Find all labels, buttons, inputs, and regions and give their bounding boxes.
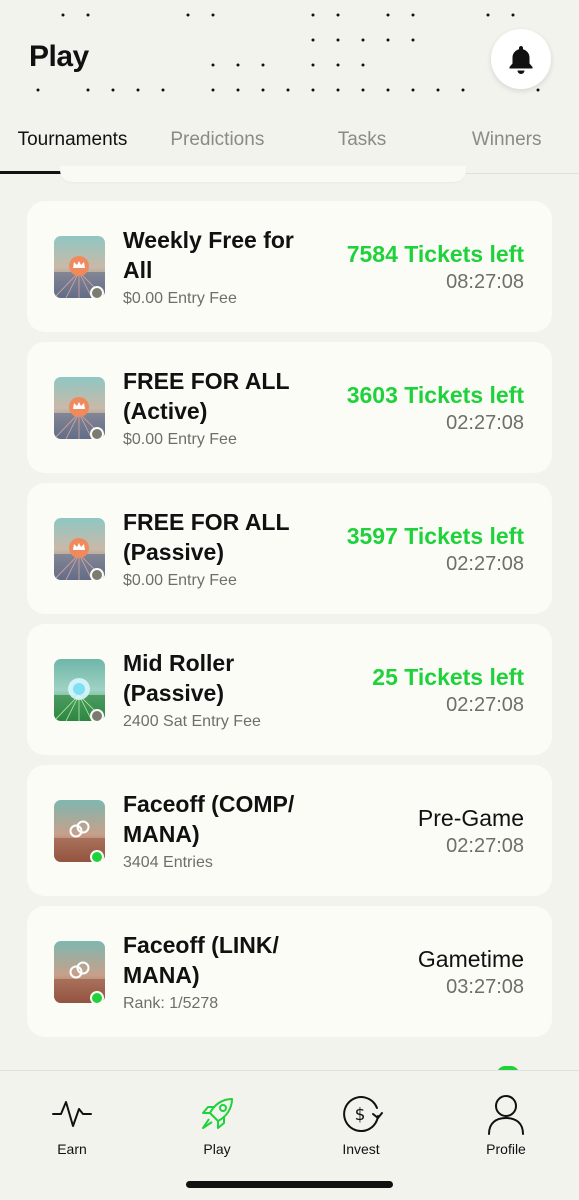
status-indicator (90, 286, 104, 300)
pulse-icon (52, 1101, 92, 1127)
entry-fee: $0.00 Entry Fee (123, 572, 237, 589)
nav-play[interactable]: Play (167, 1091, 267, 1157)
tournament-card[interactable]: FREE FOR ALL (Passive) $0.00 Entry Fee 3… (27, 483, 552, 614)
user-icon (488, 1095, 524, 1135)
notifications-button[interactable] (491, 29, 551, 89)
nav-label: Profile (486, 1141, 526, 1157)
entry-count: 3404 Entries (123, 854, 213, 871)
tab-tasks[interactable]: Tasks (290, 118, 435, 173)
tickets-left: 3603 Tickets left (346, 382, 524, 408)
status-indicator (90, 427, 104, 441)
tab-tournaments[interactable]: Tournaments (0, 118, 145, 174)
tournament-card[interactable]: Weekly Free for All $0.00 Entry Fee 7584… (27, 201, 552, 332)
play-screen: Play Tournaments Predictions Tasks Winne… (0, 0, 579, 1200)
game-status: Gametime (417, 946, 524, 972)
tab-winners[interactable]: Winners (434, 118, 579, 173)
tournament-list: Weekly Free for All $0.00 Entry Fee 7584… (27, 201, 552, 1047)
previous-card-edge (60, 166, 466, 182)
status-indicator (90, 709, 104, 723)
bell-icon (509, 46, 533, 74)
tournament-card[interactable]: Faceoff (COMP/ MANA) 3404 Entries Pre-Ga… (27, 765, 552, 896)
nav-label: Invest (342, 1141, 380, 1157)
tournament-card[interactable]: Mid Roller (Passive) 2400 Sat Entry Fee … (27, 624, 552, 755)
tournament-title: Mid Roller (Passive) (123, 650, 235, 706)
rocket-icon (202, 1098, 233, 1129)
countdown-timer: 02:27:08 (446, 553, 524, 575)
countdown-timer: 02:27:08 (446, 694, 524, 716)
tickets-left: 25 Tickets left (372, 664, 524, 690)
entry-fee: $0.00 Entry Fee (123, 431, 237, 448)
status-indicator (90, 991, 104, 1005)
page-title: Play (29, 40, 89, 73)
nav-label: Play (203, 1141, 231, 1157)
tickets-left: 7584 Tickets left (346, 241, 524, 267)
tournament-title: Faceoff (COMP/ MANA) (123, 791, 295, 847)
countdown-timer: 02:27:08 (446, 412, 524, 434)
tournament-title: FREE FOR ALL (Passive) (123, 509, 290, 565)
nav-profile[interactable]: Profile (456, 1091, 556, 1157)
nav-invest[interactable]: $ Invest (311, 1091, 411, 1157)
tournament-card[interactable]: FREE FOR ALL (Active) $0.00 Entry Fee 36… (27, 342, 552, 473)
svg-text:$: $ (355, 1105, 366, 1125)
dollar-cycle-icon: $ (343, 1096, 383, 1133)
tournament-title: Weekly Free for All (123, 227, 294, 283)
tickets-left: 3597 Tickets left (346, 523, 524, 549)
game-status: Pre-Game (417, 805, 524, 831)
nav-earn[interactable]: Earn (22, 1091, 122, 1157)
rank: Rank: 1/5278 (123, 995, 219, 1012)
home-indicator (186, 1181, 393, 1188)
status-indicator (90, 850, 104, 864)
tournament-title: Faceoff (LINK/ MANA) (123, 932, 279, 988)
entry-fee: $0.00 Entry Fee (123, 290, 237, 307)
tournament-title: FREE FOR ALL (Active) (123, 368, 290, 424)
entry-fee: 2400 Sat Entry Fee (123, 713, 261, 730)
countdown-timer: 03:27:08 (446, 976, 524, 998)
countdown-timer: 08:27:08 (446, 271, 524, 293)
nav-label: Earn (57, 1141, 87, 1157)
countdown-timer: 02:27:08 (446, 835, 524, 857)
status-indicator (90, 568, 104, 582)
tab-predictions[interactable]: Predictions (145, 118, 290, 173)
header: Play (0, 0, 579, 118)
tournament-card[interactable]: Faceoff (LINK/ MANA) Rank: 1/5278 Gameti… (27, 906, 552, 1037)
